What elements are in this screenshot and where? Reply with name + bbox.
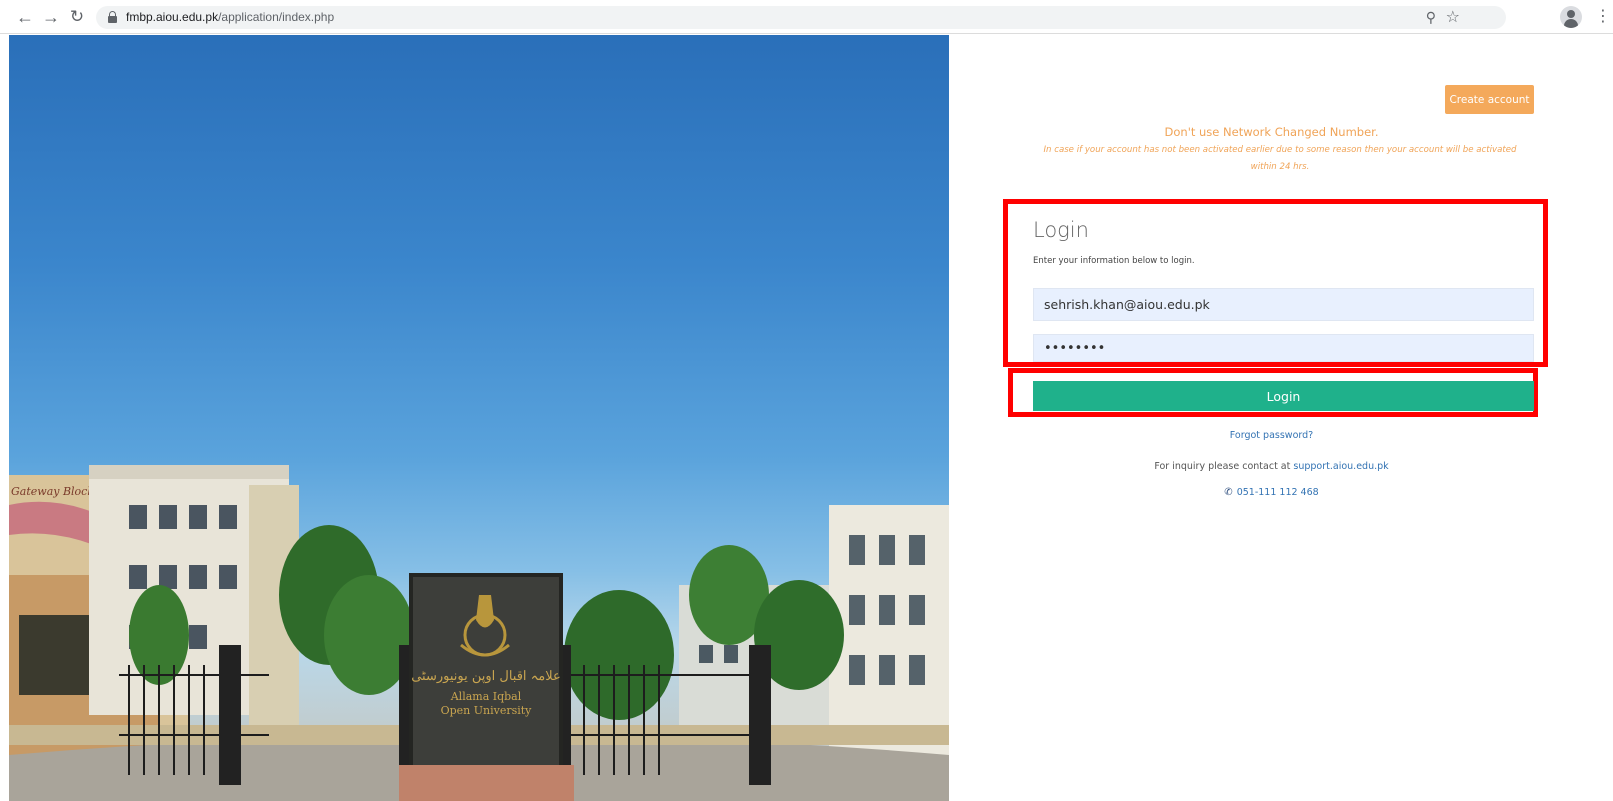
lock-icon[interactable]: [108, 11, 117, 23]
back-arrow-icon[interactable]: ←: [14, 6, 36, 28]
reload-icon[interactable]: ↻: [66, 6, 88, 28]
login-title: Login: [1033, 218, 1089, 242]
phone-icon: ✆: [1224, 487, 1233, 498]
profile-icon[interactable]: [1560, 6, 1582, 28]
campus-image: Gateway Block علامہ اقبال اوپن یونیورسٹی…: [9, 35, 949, 801]
menu-icon[interactable]: ⋮: [1595, 6, 1611, 28]
login-panel: Create account Don't use Network Changed…: [950, 35, 1613, 801]
forward-arrow-icon[interactable]: →: [40, 6, 62, 28]
phone-line[interactable]: ✆ 051-111 112 468: [1010, 487, 1533, 498]
support-link[interactable]: support.aiou.edu.pk: [1293, 461, 1388, 472]
url-text[interactable]: fmbp.aiou.edu.pk/application/index.php: [126, 10, 334, 24]
login-subtitle: Enter your information below to login.: [1033, 256, 1195, 266]
url-host: fmbp.aiou.edu.pk: [126, 10, 219, 24]
star-icon[interactable]: ☆: [1446, 7, 1460, 27]
browser-toolbar: ← → ↻ fmbp.aiou.edu.pk/application/index…: [0, 0, 1613, 34]
urdu-sign-text: علامہ اقبال اوپن یونیورسٹی: [411, 669, 561, 684]
login-button[interactable]: Login: [1033, 381, 1534, 411]
url-path: /application/index.php: [218, 10, 335, 24]
notice-body: In case if your account has not been act…: [1043, 145, 1517, 172]
building-sign: Gateway Block: [11, 485, 94, 498]
create-account-button[interactable]: Create account: [1445, 85, 1534, 114]
password-input[interactable]: [1033, 334, 1534, 362]
phone-number: 051-111 112 468: [1236, 487, 1319, 498]
english-sign-line-2: Open University: [441, 704, 533, 717]
campus-illustration: Gateway Block علامہ اقبال اوپن یونیورسٹی…: [9, 465, 949, 801]
address-bar[interactable]: fmbp.aiou.edu.pk/application/index.php ⚲…: [96, 6, 1506, 29]
email-input[interactable]: [1033, 288, 1534, 321]
forgot-password-link[interactable]: Forgot password?: [1010, 430, 1533, 441]
key-icon[interactable]: ⚲: [1426, 9, 1436, 26]
notice-title: Don't use Network Changed Number.: [1164, 125, 1379, 139]
inquiry-text: For inquiry please contact at: [1154, 461, 1294, 472]
english-sign-line-1: Allama Iqbal: [450, 690, 522, 703]
inquiry-line: For inquiry please contact at support.ai…: [1010, 461, 1533, 472]
